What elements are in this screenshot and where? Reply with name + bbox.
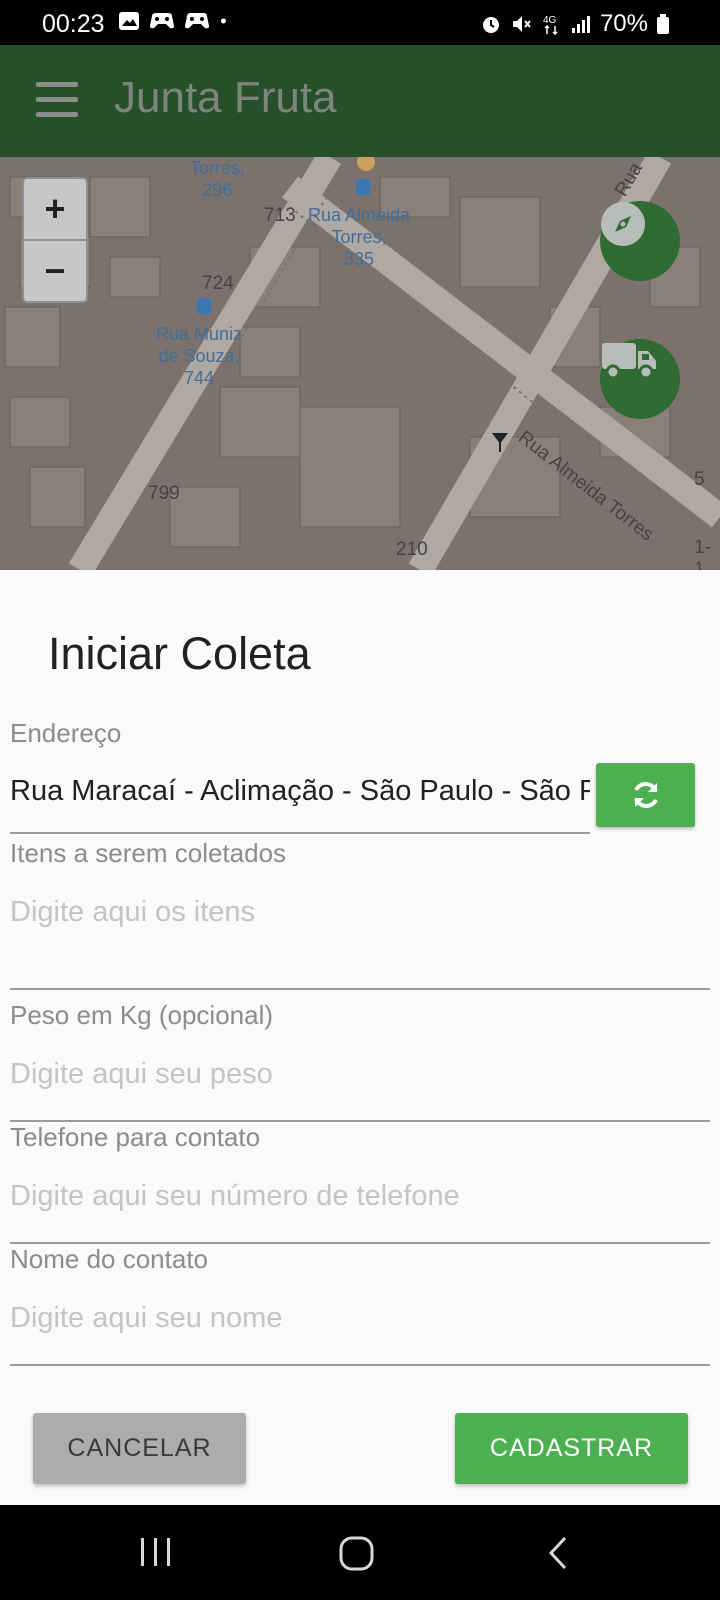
image-icon — [119, 12, 139, 30]
hamburger-menu-icon[interactable] — [36, 82, 78, 118]
items-input[interactable]: Digite aqui os itens — [10, 896, 255, 929]
name-underline — [10, 1364, 710, 1366]
status-bar: 00:23 4G 70% — [0, 0, 720, 45]
zoom-in-button[interactable]: + — [24, 179, 86, 241]
app-bar: Junta Fruta — [0, 45, 720, 157]
zoom-control: + − — [22, 177, 88, 303]
recent-apps-icon[interactable] — [138, 1535, 174, 1569]
map-label: Rua Almeida Torres, 335 — [308, 205, 411, 269]
name-label: Nome do contato — [10, 1244, 209, 1274]
alarm-icon — [482, 17, 499, 33]
system-nav-bar — [0, 1505, 720, 1600]
zoom-out-button[interactable]: − — [24, 241, 86, 301]
phone-label: Telefone para contato — [10, 1122, 261, 1152]
svg-text:4G: 4G — [543, 15, 557, 26]
map-label: Torres, 296 — [190, 158, 246, 200]
mute-icon — [512, 16, 531, 32]
refresh-icon — [633, 782, 658, 808]
app-title: Junta Fruta — [114, 73, 337, 122]
map-label: Rua Muniz de Souza, 744 — [156, 324, 243, 388]
name-input[interactable]: Digite aqui seu nome — [10, 1302, 282, 1335]
address-underline — [10, 832, 590, 834]
address-field[interactable]: Rua Maracaí - Aclimação - São Paulo - Sã… — [10, 775, 590, 808]
signal-icon — [571, 16, 590, 33]
truck-icon — [602, 343, 656, 380]
4g-icon: 4G — [543, 15, 558, 35]
phone-input[interactable]: Digite aqui seu número de telefone — [10, 1180, 460, 1213]
status-time: 00:23 — [42, 10, 105, 38]
form-sheet: Iniciar Coleta Endereço Rua Maracaí - Ac… — [0, 570, 720, 1505]
compass-icon — [601, 202, 645, 246]
battery-percent: 70% — [599, 10, 648, 37]
weight-label: Peso em Kg (opcional) — [10, 1000, 274, 1030]
submit-button[interactable]: CADASTRAR — [455, 1413, 688, 1484]
map-label: 5 — [694, 469, 705, 490]
cancel-button[interactable]: CANCELAR — [33, 1413, 246, 1484]
map-label: 724 — [202, 273, 234, 294]
weight-input[interactable]: Digite aqui seu peso — [10, 1058, 273, 1091]
map-label: 799 — [148, 483, 180, 504]
home-icon[interactable] — [338, 1535, 376, 1573]
map-label: 210 — [396, 539, 428, 560]
dot-icon — [220, 18, 226, 24]
refresh-address-button[interactable] — [596, 763, 695, 827]
battery-icon — [657, 14, 669, 34]
game-controller-icon — [150, 13, 174, 29]
game-controller-icon — [185, 13, 209, 29]
compass-button[interactable] — [600, 201, 680, 281]
map-label: 713 — [264, 205, 296, 226]
map-label: 1-1 — [694, 537, 711, 570]
truck-button[interactable] — [600, 339, 680, 419]
form-title: Iniciar Coleta — [48, 628, 311, 679]
map-view[interactable]: Torres, 296 713 Rua Almeida Torres, 335 … — [0, 157, 720, 570]
items-label: Itens a serem coletados — [10, 838, 287, 868]
address-label: Endereço — [10, 718, 122, 748]
back-icon[interactable] — [546, 1535, 570, 1571]
items-underline — [10, 988, 710, 990]
